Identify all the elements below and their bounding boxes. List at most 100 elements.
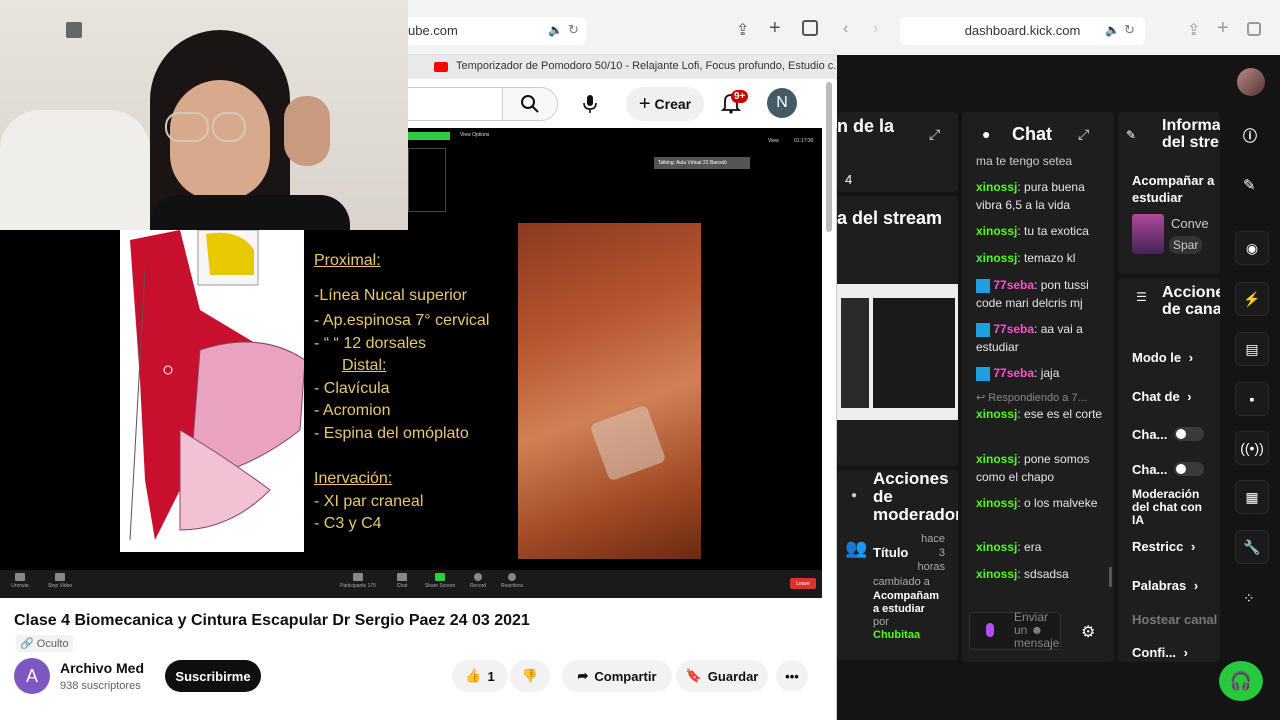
info-icon[interactable]: ⓘ [1243, 126, 1257, 146]
zoom-reactions-button[interactable]: Reactions [492, 573, 532, 589]
toggle-switch[interactable] [1174, 462, 1204, 476]
search-button[interactable] [502, 87, 558, 121]
broadcast-icon[interactable]: ((•)) [1235, 431, 1269, 465]
zoom-talking-label: Talking: Aula Virtual 22 Barceló [654, 157, 750, 169]
mod-change: cambiado a [873, 576, 930, 588]
zoom-view-options[interactable]: View Options [460, 132, 489, 138]
chat-user[interactable]: xinossj [976, 540, 1017, 554]
chat-user[interactable]: xinossj [976, 224, 1017, 238]
chat-user[interactable]: 77seba [993, 322, 1034, 336]
chat-user[interactable]: xinossj [976, 496, 1017, 510]
notes-icon[interactable]: ▤ [1235, 332, 1269, 366]
chevron-right-icon: › [1190, 539, 1196, 554]
moderator-title: Acciones de moderador [873, 470, 958, 524]
share-icon[interactable]: ⇪ [736, 20, 749, 40]
action-ai-moderation[interactable]: Moderación del chat con IA [1132, 488, 1212, 527]
create-button[interactable]: + Crear [626, 87, 704, 121]
youtube-scrollbar[interactable] [826, 82, 832, 232]
zoom-stop-video-button[interactable]: Stop Video [40, 573, 80, 589]
chat-icon[interactable]: ▪ [1235, 382, 1269, 416]
zoom-share-screen-button[interactable]: Share Screen [420, 573, 460, 589]
reload-icon[interactable]: ↻ [1124, 22, 1135, 38]
zoom-label: Unmute [11, 583, 29, 589]
settings-gear-icon[interactable]: ⚙ [1081, 622, 1095, 642]
chat-text: tu ta exotica [1024, 224, 1089, 238]
action-restricc[interactable]: Restricc › [1132, 539, 1195, 554]
back-icon[interactable]: ‹ [843, 20, 848, 38]
apps-icon[interactable]: ⁘ [1243, 590, 1255, 607]
kick-address-bar[interactable]: dashboard.kick.com 🔈 ↻ [900, 17, 1145, 45]
category-1[interactable]: Conve [1171, 216, 1209, 231]
pencil-icon[interactable]: ✎ [1243, 176, 1256, 194]
chat-user[interactable]: xinossj [976, 251, 1017, 265]
slide-inervacion-heading: Inervación: [314, 470, 393, 487]
like-button[interactable]: 👍 1 [452, 660, 508, 692]
action-palabras[interactable]: Palabras › [1132, 578, 1198, 593]
share-button[interactable]: ➦ Compartir [562, 660, 672, 692]
chat-user[interactable]: xinossj [976, 567, 1017, 581]
support-headset-icon[interactable]: 🎧 [1219, 661, 1263, 701]
action-label: Palabras [1132, 578, 1187, 593]
link-icon: 🔗 [20, 638, 34, 650]
forward-icon[interactable]: › [873, 20, 878, 38]
user-avatar[interactable] [1237, 68, 1265, 96]
zoom-unmute-button[interactable]: Unmute [0, 573, 40, 589]
chat-user[interactable]: xinossj [976, 407, 1017, 421]
channel-name[interactable]: Archivo Med [60, 660, 144, 676]
chat-user[interactable]: 77seba [993, 366, 1034, 380]
reload-icon[interactable]: ↻ [568, 22, 579, 38]
tab-title: Temporizador de Pomodoro 50/10 - Relajan… [456, 60, 837, 72]
camera-icon[interactable]: ◉ [1235, 231, 1269, 265]
tab-pomodoro[interactable]: Temporizador de Pomodoro 50/10 - Relajan… [400, 55, 837, 79]
account-avatar[interactable]: N [767, 88, 797, 118]
action-chat[interactable]: Chat de › [1132, 389, 1192, 404]
chat-user[interactable]: xinossj [976, 180, 1017, 194]
mod-value: Acompañam a estudiar [873, 590, 940, 615]
zoom-share-indicator [408, 132, 450, 140]
audio-icon[interactable]: 🔈 [1105, 23, 1120, 37]
more-actions-button[interactable]: ••• [776, 660, 808, 692]
new-tab-icon[interactable]: + [1217, 17, 1229, 40]
stream-title: Acompañar a estudiar [1132, 173, 1215, 205]
channel-avatar[interactable]: A [14, 658, 50, 694]
tabs-icon[interactable] [1247, 22, 1261, 36]
tabs-icon[interactable] [802, 20, 818, 36]
popout-icon[interactable]: ⤢ [929, 126, 940, 143]
search-input[interactable] [400, 87, 502, 121]
stream-preview[interactable] [837, 284, 958, 420]
toggle-switch[interactable] [1174, 427, 1204, 441]
action-modo[interactable]: Modo le › [1132, 350, 1193, 365]
subscribe-button[interactable]: Suscribirme [165, 660, 261, 692]
youtube-address-bar[interactable]: ube.com 🔈 ↻ [400, 17, 586, 45]
audio-icon[interactable]: 🔈 [548, 23, 563, 37]
zoom-participants-button[interactable]: Participants 175 [338, 573, 378, 589]
dislike-button[interactable]: 👎 [510, 660, 550, 692]
layout-icon[interactable]: ▦ [1235, 480, 1269, 514]
save-button[interactable]: 🔖 Guardar [676, 660, 768, 692]
chat-user[interactable]: 77seba [993, 278, 1034, 292]
voice-search-button[interactable] [572, 86, 608, 122]
action-host[interactable]: Hostear canal [1132, 612, 1217, 627]
popout-icon[interactable]: ⤢ [1078, 126, 1089, 143]
new-tab-icon[interactable]: + [769, 17, 781, 40]
chat-input[interactable]: Enviar un ☻ mensaje [969, 611, 1061, 650]
chat-user[interactable]: xinossj [976, 452, 1017, 466]
wrench-icon[interactable]: 🔧 [1235, 530, 1269, 564]
lightning-icon[interactable]: ⚡ [1235, 282, 1269, 316]
chat-scrollbar[interactable] [1109, 567, 1112, 587]
zoom-chat-button[interactable]: Chat [382, 573, 422, 589]
action-label: Hostear canal [1132, 612, 1218, 627]
category-2[interactable]: Spar [1169, 236, 1203, 254]
panel-value: 4 [845, 172, 853, 187]
mod-user[interactable]: Chubitaa [873, 629, 920, 641]
video-title: Clase 4 Biomecanica y Cintura Escapular … [14, 612, 530, 629]
zoom-view-button[interactable]: View [768, 138, 779, 144]
plus-icon: + [638, 92, 651, 115]
pillow [0, 110, 150, 230]
action-label: Cha... [1132, 462, 1168, 477]
share-screen-icon [435, 573, 445, 581]
slide-line: - Clavícula [314, 380, 390, 397]
share-icon[interactable]: ⇪ [1187, 20, 1200, 40]
action-config[interactable]: Confi... › [1132, 645, 1188, 660]
zoom-leave-button[interactable]: Leave [790, 578, 816, 589]
